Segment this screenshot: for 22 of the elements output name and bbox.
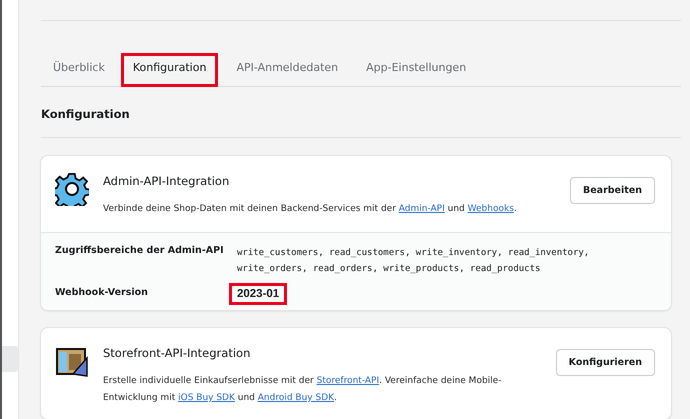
- link[interactable]: Storefront-API: [316, 376, 380, 386]
- tab[interactable]: App-Einstellungen: [354, 52, 478, 87]
- card-title: Storefront-API-Integration: [103, 344, 252, 360]
- card-title: Admin-API-Integration: [103, 172, 230, 188]
- card-description: Erstelle individuelle Einkaufserlebnisse mit der Storefront-API. Vereinfache deine Mobile-Entwicklung mit iOS Buy SDK und Android Buy SDK.: [103, 374, 502, 405]
- card-button[interactable]: Bearbeiten: [570, 176, 655, 204]
- card-description: Verbinde deine Shop-Daten mit deinen Backend-Services mit der Admin-API und Webhooks.: [103, 202, 518, 216]
- detail-label: Zugriffsbereiche der Admin-API: [55, 244, 225, 258]
- detail-value: write_customers, read_customers, write_inventory, read_inventory, write_orders, read_orders, write_products, read_products: [237, 246, 590, 276]
- tab[interactable]: Konfiguration: [120, 52, 218, 87]
- card-button[interactable]: Konfigurieren: [556, 348, 655, 376]
- link[interactable]: Android Buy SDK: [258, 392, 334, 403]
- section-title: Konfiguration: [41, 86, 681, 138]
- sidebar-item[interactable]: [2, 346, 18, 372]
- gear-icon: [55, 172, 89, 206]
- tab[interactable]: Überblick: [41, 52, 117, 87]
- detail-value: 2023-01: [229, 282, 288, 305]
- detail-label: Webhook-Version: [55, 286, 149, 300]
- tab[interactable]: API-Anmeldedaten: [224, 52, 350, 87]
- link[interactable]: iOS Buy SDK: [178, 392, 235, 403]
- link[interactable]: Admin-API: [398, 204, 445, 214]
- link[interactable]: Webhooks: [468, 204, 514, 214]
